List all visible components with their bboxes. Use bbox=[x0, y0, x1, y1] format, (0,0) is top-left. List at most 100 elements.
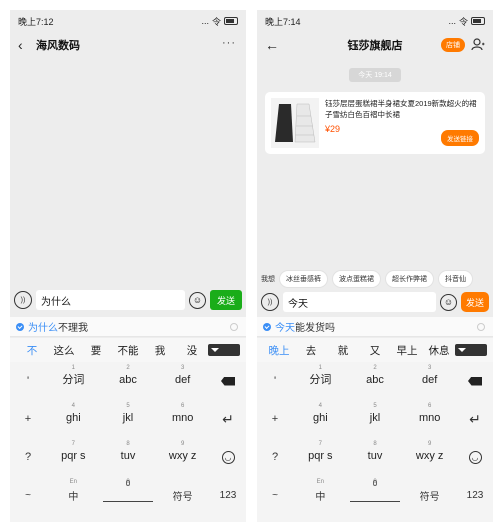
candidate-item[interactable]: 要 bbox=[80, 343, 112, 358]
t9-key[interactable]: 3 def bbox=[155, 362, 210, 400]
candidate-row: 晚上 去 就 又 早上 休息 bbox=[257, 338, 493, 362]
key-number: 5 bbox=[373, 403, 377, 409]
chat-header: ‹ 海风数码 ··· bbox=[10, 32, 246, 58]
language-key[interactable]: En 中 bbox=[46, 476, 101, 514]
collapse-keyboard-icon[interactable] bbox=[455, 344, 487, 356]
punct-key[interactable]: + bbox=[10, 400, 46, 438]
voice-input-icon[interactable]: )) bbox=[14, 291, 32, 309]
t9-key[interactable]: 9 wxy z bbox=[402, 438, 457, 476]
emoji-icon[interactable]: ☺ bbox=[440, 293, 457, 311]
prediction-row[interactable]: 为什么 不理我 bbox=[10, 317, 246, 337]
t9-key[interactable]: 4 ghi bbox=[293, 400, 348, 438]
symbols-key[interactable]: 符号 bbox=[155, 476, 210, 514]
suggestion-chip[interactable]: 超长作弊裙 bbox=[385, 270, 434, 288]
candidate-item[interactable]: 休息 bbox=[423, 343, 455, 358]
message-input[interactable]: 今天 bbox=[283, 292, 436, 312]
t9-key[interactable]: 2 abc bbox=[101, 362, 156, 400]
tilde-key[interactable]: ~ bbox=[257, 476, 293, 514]
t9-key[interactable]: 7 pqr s bbox=[46, 438, 101, 476]
candidate-item[interactable]: 就 bbox=[327, 343, 359, 358]
t9-key[interactable]: 9 wxy z bbox=[155, 438, 210, 476]
candidate-item[interactable]: 不能 bbox=[112, 343, 144, 358]
candidate-item[interactable]: 不 bbox=[16, 343, 48, 358]
space-key[interactable]: 0 bbox=[101, 476, 156, 514]
prediction-row[interactable]: 今天 能发货吗 bbox=[257, 317, 493, 337]
key-label: ghi bbox=[65, 412, 81, 424]
backspace-icon bbox=[221, 376, 235, 386]
punct-key[interactable]: ? bbox=[257, 438, 293, 476]
close-prediction-icon[interactable] bbox=[230, 323, 238, 331]
left-phone-screen: 晚上7:12 ... 令 ‹ 海风数码 ··· )) 为什么 ☺ 发送 为什么 … bbox=[10, 10, 246, 522]
key-number: 2 bbox=[126, 365, 130, 371]
voice-input-icon[interactable]: )) bbox=[261, 293, 279, 311]
status-icons: ... 令 bbox=[448, 15, 485, 28]
backspace-key[interactable] bbox=[457, 362, 493, 400]
send-link-button[interactable]: 发送链接 bbox=[441, 130, 479, 146]
product-card[interactable]: 钰莎层层蛋糕裙半身裙女夏2019新款超火的裙子雪纺白色百褶中长裙 ¥29 发送链… bbox=[265, 92, 485, 154]
message-input[interactable]: 为什么 bbox=[36, 290, 185, 310]
function-column: ↵ ◡ bbox=[210, 362, 246, 476]
more-options-icon[interactable]: ··· bbox=[222, 37, 236, 49]
punct-key[interactable]: ' bbox=[10, 362, 46, 400]
t9-key[interactable]: 8 tuv bbox=[101, 438, 156, 476]
key-label: tuv bbox=[120, 450, 136, 462]
candidate-item[interactable]: 早上 bbox=[391, 343, 423, 358]
product-image[interactable] bbox=[271, 98, 319, 148]
t9-key[interactable]: 2 abc bbox=[348, 362, 403, 400]
key-label: jkl bbox=[369, 412, 381, 424]
language-key[interactable]: En 中 bbox=[293, 476, 348, 514]
message-input-bar: )) 为什么 ☺ 发送 bbox=[10, 288, 246, 312]
number-mode-key[interactable]: 123 bbox=[210, 476, 246, 514]
emoji-key[interactable]: ◡ bbox=[210, 438, 246, 476]
t9-key-grid: 1 分词 2 abc 3 def 4 ghi 5 jkl 6 mno 7 pqr s 8 tuv… bbox=[293, 362, 457, 476]
candidate-item[interactable]: 我 bbox=[144, 343, 176, 358]
candidate-item[interactable]: 这么 bbox=[48, 343, 80, 358]
t9-key-grid: 1 分词 2 abc 3 def 4 ghi 5 jkl 6 mno 7 pqr s 8 tuv… bbox=[46, 362, 210, 476]
suggestion-chip[interactable]: 波点蛋糕裙 bbox=[332, 270, 381, 288]
t9-key[interactable]: 4 ghi bbox=[46, 400, 101, 438]
enter-key[interactable]: ↵ bbox=[210, 400, 246, 438]
t9-key[interactable]: 5 jkl bbox=[101, 400, 156, 438]
space-key[interactable]: 0 bbox=[348, 476, 403, 514]
emoji-key[interactable]: ◡ bbox=[457, 438, 493, 476]
candidate-item[interactable]: 晚上 bbox=[263, 343, 295, 358]
user-profile-icon[interactable] bbox=[471, 37, 485, 51]
space-bar-icon bbox=[103, 501, 153, 502]
t9-key[interactable]: 5 jkl bbox=[348, 400, 403, 438]
collapse-keyboard-icon[interactable] bbox=[208, 344, 240, 356]
key-label: ghi bbox=[312, 412, 328, 424]
key-number: 9 bbox=[180, 441, 185, 447]
t9-key[interactable]: 6 mno bbox=[155, 400, 210, 438]
t9-key[interactable]: 8 tuv bbox=[348, 438, 403, 476]
send-button[interactable]: 发送 bbox=[461, 292, 489, 312]
punct-key[interactable]: ' bbox=[257, 362, 293, 400]
suggestion-chip[interactable]: 冰丝垂感裤 bbox=[279, 270, 328, 288]
send-button[interactable]: 发送 bbox=[210, 290, 242, 310]
candidate-item[interactable]: 又 bbox=[359, 343, 391, 358]
chat-title: 海风数码 bbox=[36, 40, 80, 52]
t9-key[interactable]: 1 分词 bbox=[293, 362, 348, 400]
number-mode-key[interactable]: 123 bbox=[457, 476, 493, 514]
punct-key[interactable]: ? bbox=[10, 438, 46, 476]
symbols-key[interactable]: 符号 bbox=[402, 476, 457, 514]
t9-keyboard: ' + ? 1 分词 2 abc 3 def 4 ghi 5 jkl 6 mno 7 pqr … bbox=[257, 362, 493, 522]
key-number: 2 bbox=[373, 365, 377, 371]
suggestion-label: 我想 bbox=[261, 276, 275, 283]
suggestion-chip[interactable]: 抖音仙 bbox=[438, 270, 473, 288]
t9-key[interactable]: 3 def bbox=[402, 362, 457, 400]
t9-key[interactable]: 6 mno bbox=[402, 400, 457, 438]
t9-key[interactable]: 7 pqr s bbox=[293, 438, 348, 476]
emoji-icon[interactable]: ☺ bbox=[189, 291, 206, 309]
chat-header: ← 钰莎旗舰店 店铺 bbox=[257, 32, 493, 58]
tilde-key[interactable]: ~ bbox=[10, 476, 46, 514]
t9-key[interactable]: 1 分词 bbox=[46, 362, 101, 400]
shop-button[interactable]: 店铺 bbox=[441, 38, 465, 52]
back-arrow-icon[interactable]: ‹ bbox=[18, 37, 34, 53]
backspace-key[interactable] bbox=[210, 362, 246, 400]
enter-key[interactable]: ↵ bbox=[457, 400, 493, 438]
candidate-item[interactable]: 没 bbox=[176, 343, 208, 358]
punct-key[interactable]: + bbox=[257, 400, 293, 438]
t9-keyboard: ' + ? 1 分词 2 abc 3 def 4 ghi 5 jkl 6 mno 7 pqr … bbox=[10, 362, 246, 522]
candidate-item[interactable]: 去 bbox=[295, 343, 327, 358]
close-prediction-icon[interactable] bbox=[477, 323, 485, 331]
